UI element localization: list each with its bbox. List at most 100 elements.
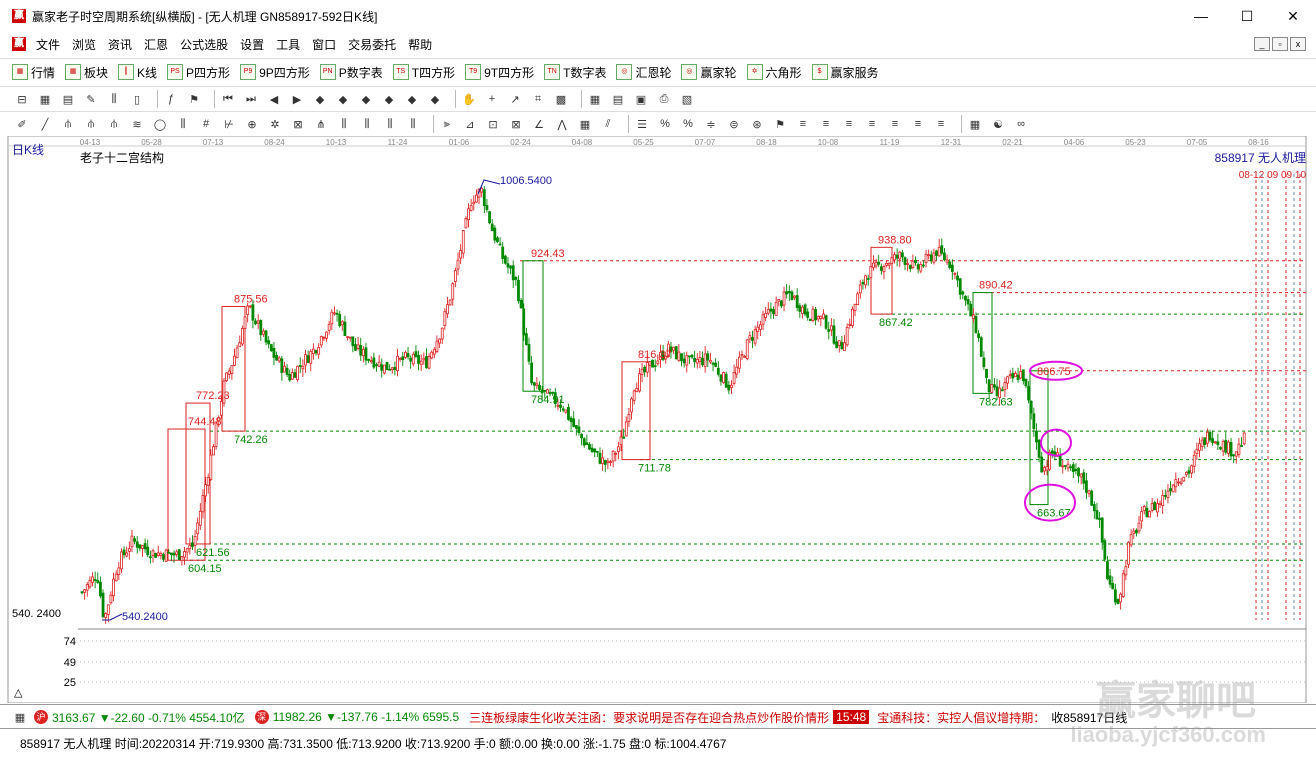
wave-icon[interactable]: ≋	[129, 116, 145, 132]
diamond-down-icon[interactable]: ◆	[335, 91, 351, 107]
level7-icon[interactable]: ≡	[933, 116, 949, 132]
last-icon[interactable]: ⏭	[243, 91, 259, 107]
comb-icon[interactable]: ⫼	[336, 116, 352, 132]
menu-file[interactable]: 文件	[30, 36, 66, 53]
mdi-restore-icon[interactable]: ▫	[1272, 37, 1288, 51]
trend-icon[interactable]: ↗	[507, 91, 523, 107]
menu-tools[interactable]: 工具	[270, 36, 306, 53]
window-grid-icon[interactable]: ▦	[967, 116, 983, 132]
hash-icon[interactable]: #	[198, 116, 214, 132]
toolbar-service[interactable]: $ 赢家服务	[811, 64, 879, 81]
pitch-icon[interactable]: ⊬	[221, 116, 237, 132]
minimize-button[interactable]: —	[1178, 0, 1224, 32]
toolbar-kline[interactable]: ┃ K线	[118, 64, 157, 81]
menu-browse[interactable]: 浏览	[66, 36, 102, 53]
percent2-icon[interactable]: %	[680, 116, 696, 132]
candle-dropdown-icon[interactable]: ▯	[129, 91, 145, 107]
cycle-icon[interactable]: ⊛	[749, 116, 765, 132]
level2-icon[interactable]: ≡	[818, 116, 834, 132]
first-icon[interactable]: ⏮	[220, 91, 236, 107]
toolbar-p-table[interactable]: PN P数字表	[319, 64, 383, 81]
menu-window[interactable]: 窗口	[306, 36, 342, 53]
calendar-icon[interactable]: ▦	[587, 91, 603, 107]
period-dropdown-icon[interactable]: ⊟	[14, 91, 30, 107]
box2-icon[interactable]: ⊠	[508, 116, 524, 132]
table-icon[interactable]: ▤	[610, 91, 626, 107]
grid-icon[interactable]: ▩	[553, 91, 569, 107]
brush-icon[interactable]: ✐	[14, 116, 30, 132]
ruler-icon[interactable]: ⊿	[462, 116, 478, 132]
coin-icon[interactable]: ⊜	[726, 116, 742, 132]
toolbar-t-table[interactable]: TN T数字表	[544, 64, 606, 81]
comb2-icon[interactable]: ⫼	[359, 116, 375, 132]
fx-icon[interactable]: ƒ	[163, 91, 179, 107]
next-icon[interactable]: ▶	[289, 91, 305, 107]
diamond-up-icon[interactable]: ◆	[312, 91, 328, 107]
bar-icon[interactable]: ▤	[60, 91, 76, 107]
toolbar-9p-square[interactable]: P9 9P四方形	[240, 64, 310, 81]
angle-icon[interactable]: ∠	[531, 116, 547, 132]
toolbar-t-square[interactable]: TS T四方形	[392, 64, 455, 81]
strike-icon[interactable]: ≑	[703, 116, 719, 132]
yin-yang-icon[interactable]: ☯	[990, 116, 1006, 132]
toolbar-huien-wheel[interactable]: ◎ 汇恩轮	[616, 64, 671, 81]
crosshair-icon[interactable]: +	[484, 91, 500, 107]
diamond-left-icon[interactable]: ◆	[358, 91, 374, 107]
channel-icon[interactable]: ⫸	[439, 116, 455, 132]
gann-icon[interactable]: ✲	[267, 116, 283, 132]
hand-icon[interactable]: ✋	[461, 91, 477, 107]
level5-icon[interactable]: ≡	[887, 116, 903, 132]
menu-help[interactable]: 帮助	[402, 36, 438, 53]
flag-icon[interactable]: ⚑	[186, 91, 202, 107]
kline-chart[interactable]: 04-13 05-28 07-13 08-24 10-13 11-24 01-06 02-24…	[0, 136, 1316, 703]
fork3-icon[interactable]: ⫛	[106, 116, 122, 132]
infinity-icon[interactable]: ∞	[1013, 116, 1029, 132]
toolbar-p-square[interactable]: PS P四方形	[167, 64, 230, 81]
pen-icon[interactable]: ✎	[83, 91, 99, 107]
mdi-close-icon[interactable]: x	[1290, 37, 1306, 51]
fan-icon[interactable]: ⋔	[313, 116, 329, 132]
zigzag-icon[interactable]: ⋀	[554, 116, 570, 132]
chart-icon[interactable]: ▦	[37, 91, 53, 107]
scroll-left-button[interactable]: △	[14, 687, 23, 699]
comb3-icon[interactable]: ⫼	[382, 116, 398, 132]
diamond-right-icon[interactable]: ◆	[381, 91, 397, 107]
tag-icon[interactable]: ⌗	[530, 91, 546, 107]
chart-area[interactable]: 04-13 05-28 07-13 08-24 10-13 11-24 01-06 02-24…	[0, 136, 1316, 703]
prev-icon[interactable]: ◀	[266, 91, 282, 107]
toolbar-quotes[interactable]: ▦ 行情	[12, 64, 55, 81]
percent-icon[interactable]: %	[657, 116, 673, 132]
save-icon[interactable]: ▣	[633, 91, 649, 107]
sz-index[interactable]: 深 11982.26 ▼-137.76 -1.14% 6595.5	[251, 710, 459, 724]
level-icon[interactable]: ≡	[795, 116, 811, 132]
cross-grid-icon[interactable]: ⊠	[290, 116, 306, 132]
news-ticker-2[interactable]: 宝通科技：实控人倡议增持期：	[877, 709, 1045, 726]
level4-icon[interactable]: ≡	[864, 116, 880, 132]
target-icon[interactable]: ⊕	[244, 116, 260, 132]
level3-icon[interactable]: ≡	[841, 116, 857, 132]
list-icon[interactable]: ☰	[634, 116, 650, 132]
close-button[interactable]: ✕	[1270, 0, 1316, 32]
toolbar-9t-square[interactable]: T9 9T四方形	[465, 64, 534, 81]
print-icon[interactable]: ⎙	[656, 91, 672, 107]
menu-formula[interactable]: 公式选股	[174, 36, 234, 53]
flag2-icon[interactable]: ⚑	[772, 116, 788, 132]
toolbar-sector[interactable]: ▦ 板块	[65, 64, 108, 81]
diamond-shrink-icon[interactable]: ◆	[427, 91, 443, 107]
mdi-minimize-icon[interactable]: _	[1254, 37, 1270, 51]
menu-trade[interactable]: 交易委托	[342, 36, 402, 53]
menu-settings[interactable]: 设置	[234, 36, 270, 53]
comb4-icon[interactable]: ⫼	[405, 116, 421, 132]
export-icon[interactable]: ▧	[679, 91, 695, 107]
parallel-icon[interactable]: ⫽	[600, 116, 616, 132]
matrix-icon[interactable]: ▦	[577, 116, 593, 132]
maximize-button[interactable]: ☐	[1224, 0, 1270, 32]
kline-type-icon[interactable]: ⫼	[106, 91, 122, 107]
toolbar-hexagon[interactable]: ✡ 六角形	[746, 64, 802, 81]
menu-huien[interactable]: 汇恩	[138, 36, 174, 53]
bars-icon[interactable]: ⫼	[175, 116, 191, 132]
toolbar-winner-wheel[interactable]: ◎ 赢家轮	[681, 64, 737, 81]
line-tool-icon[interactable]: ╱	[37, 116, 53, 132]
menu-info[interactable]: 资讯	[102, 36, 138, 53]
fork2-icon[interactable]: ⫛	[83, 116, 99, 132]
